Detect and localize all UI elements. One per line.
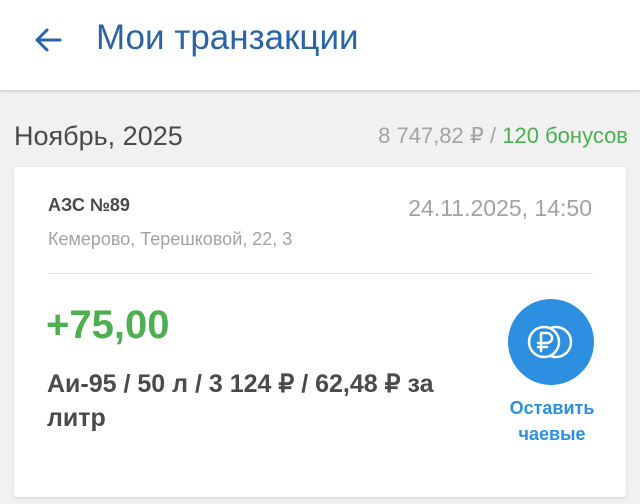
tip-button-label[interactable]: Оставить чаевые: [502, 395, 602, 447]
bonus-change-amount: +75,00: [46, 303, 170, 347]
transaction-card[interactable]: АЗС №89 24.11.2025, 14:50 Кемерово, Тере…: [14, 167, 626, 497]
back-button[interactable]: [26, 18, 70, 62]
arrow-left-icon: [35, 28, 62, 52]
summary-separator: /: [490, 123, 497, 148]
page-title: Мои транзакции: [96, 18, 359, 57]
ruble-coins-icon: [527, 325, 573, 359]
tip-button[interactable]: [508, 299, 594, 385]
transaction-datetime: 24.11.2025, 14:50: [408, 195, 592, 221]
month-bonus-total: 120 бонусов: [502, 123, 628, 148]
station-address: Кемерово, Терешковой, 22, 3: [48, 229, 293, 249]
month-label: Ноябрь, 2025: [14, 121, 183, 151]
month-summary: 8 747,82 ₽ / 120 бонусов: [378, 116, 628, 156]
card-divider: [48, 273, 593, 274]
fuel-purchase-details: Аи-95 / 50 л / 3 124 ₽ / 62,48 ₽ за литр: [47, 370, 434, 432]
app-bar: Мои транзакции: [0, 0, 640, 90]
month-header: Ноябрь, 2025 8 747,82 ₽ / 120 бонусов: [14, 116, 628, 156]
station-name: АЗС №89: [48, 195, 130, 215]
month-total-amount: 8 747,82 ₽: [378, 123, 484, 148]
